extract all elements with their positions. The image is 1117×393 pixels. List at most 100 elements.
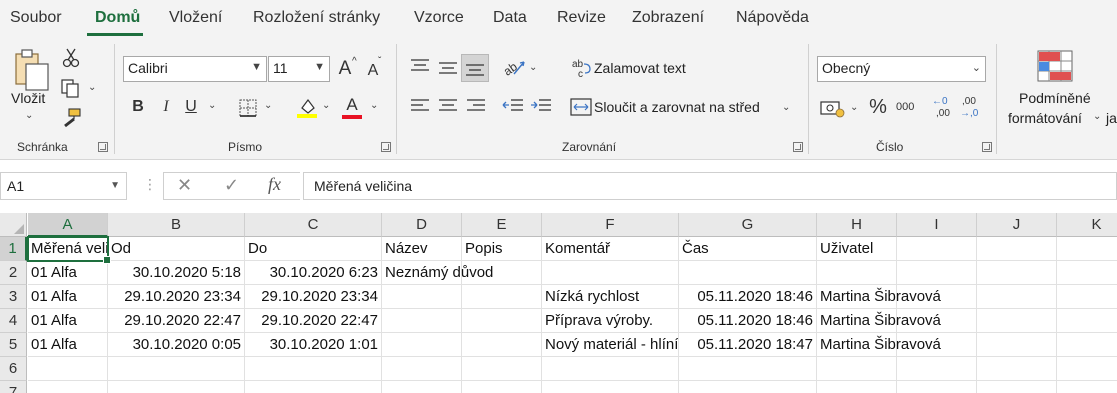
cell-a4[interactable]: 01 Alfa xyxy=(28,309,108,333)
cell-a2[interactable]: 01 Alfa xyxy=(28,261,108,285)
align-middle-icon[interactable] xyxy=(438,60,458,76)
cell-g1[interactable]: Čas xyxy=(679,237,817,261)
number-format-select[interactable]: Obecný ⌄ xyxy=(817,56,986,82)
italic-button[interactable]: I xyxy=(155,96,177,118)
orientation-icon[interactable]: ab xyxy=(502,56,526,78)
row-header-4[interactable]: 4 xyxy=(0,309,27,333)
font-color-button[interactable]: A xyxy=(341,94,363,116)
align-top-icon[interactable] xyxy=(410,58,430,74)
cut-icon[interactable] xyxy=(62,48,80,68)
cell-h3[interactable]: Martina Šibravová xyxy=(817,285,941,309)
cell-j1[interactable] xyxy=(977,237,1057,261)
tab-home[interactable]: Domů xyxy=(95,9,140,27)
align-right-icon[interactable] xyxy=(466,98,486,114)
tab-view[interactable]: Zobrazení xyxy=(632,9,704,27)
column-header-a[interactable]: A xyxy=(28,213,108,237)
cell-h2[interactable] xyxy=(817,261,897,285)
wrap-text-button[interactable]: Zalamovat text xyxy=(594,60,686,76)
cell-e7[interactable] xyxy=(462,381,542,393)
cell-i6[interactable] xyxy=(897,357,977,381)
cell-f3[interactable]: Nízká rychlost xyxy=(542,285,679,309)
cell-b3[interactable]: 29.10.2020 23:34 xyxy=(108,285,245,309)
underline-chevron-icon[interactable]: ⌄ xyxy=(208,100,216,111)
cell-k7[interactable] xyxy=(1057,381,1117,393)
cell-f5[interactable]: Nový materiál - hlíník xyxy=(542,333,679,357)
cell-b4[interactable]: 29.10.2020 22:47 xyxy=(108,309,245,333)
column-header-k[interactable]: K xyxy=(1057,213,1117,237)
cell-h6[interactable] xyxy=(817,357,897,381)
percent-button[interactable]: % xyxy=(867,96,889,118)
cell-g7[interactable] xyxy=(679,381,817,393)
cell-h5[interactable]: Martina Šibravová xyxy=(817,333,941,357)
tab-data[interactable]: Data xyxy=(493,9,527,27)
tab-insert[interactable]: Vložení xyxy=(169,9,222,27)
cell-c1[interactable]: Do xyxy=(245,237,382,261)
paste-chevron-icon[interactable]: ⌄ xyxy=(25,110,33,121)
paste-icon[interactable] xyxy=(12,48,52,92)
increase-indent-icon[interactable] xyxy=(530,98,552,114)
cell-j3[interactable] xyxy=(977,285,1057,309)
column-header-e[interactable]: E xyxy=(462,213,542,237)
font-name-select[interactable]: Calibri ▼ xyxy=(123,56,267,82)
cell-g6[interactable] xyxy=(679,357,817,381)
cell-g3[interactable]: 05.11.2020 18:46 xyxy=(679,285,817,309)
tab-formulas[interactable]: Vzorce xyxy=(414,9,464,27)
copy-chevron-icon[interactable]: ⌄ xyxy=(88,82,96,93)
cell-d6[interactable] xyxy=(382,357,462,381)
cell-d5[interactable] xyxy=(382,333,462,357)
cell-b5[interactable]: 30.10.2020 0:05 xyxy=(108,333,245,357)
column-header-f[interactable]: F xyxy=(542,213,679,237)
align-bottom-button[interactable] xyxy=(461,54,489,82)
underline-button[interactable]: U xyxy=(180,96,202,118)
tab-help[interactable]: Nápověda xyxy=(736,9,809,27)
tab-page-layout[interactable]: Rozložení stránky xyxy=(253,9,380,27)
select-all-button[interactable] xyxy=(0,213,27,237)
cell-h1[interactable]: Uživatel xyxy=(817,237,897,261)
merge-center-button[interactable]: Sloučit a zarovnat na střed xyxy=(594,99,760,115)
cell-g5[interactable]: 05.11.2020 18:47 xyxy=(679,333,817,357)
cell-a3[interactable]: 01 Alfa xyxy=(28,285,108,309)
cell-c4[interactable]: 29.10.2020 22:47 xyxy=(245,309,382,333)
cell-f6[interactable] xyxy=(542,357,679,381)
cell-e6[interactable] xyxy=(462,357,542,381)
cell-c3[interactable]: 29.10.2020 23:34 xyxy=(245,285,382,309)
cell-j6[interactable] xyxy=(977,357,1057,381)
column-header-j[interactable]: J xyxy=(977,213,1057,237)
cell-d7[interactable] xyxy=(382,381,462,393)
font-dialog-launcher-icon[interactable] xyxy=(381,142,391,152)
bold-button[interactable]: B xyxy=(127,96,149,118)
conditional-formatting-chevron-icon[interactable]: ⌄ xyxy=(1093,111,1101,122)
cell-f1[interactable]: Komentář xyxy=(542,237,679,261)
column-header-i[interactable]: I xyxy=(897,213,977,237)
conditional-formatting-icon[interactable] xyxy=(1037,50,1073,82)
cell-k3[interactable] xyxy=(1057,285,1117,309)
enter-icon[interactable]: ✓ xyxy=(224,175,239,196)
cell-i7[interactable] xyxy=(897,381,977,393)
cell-j7[interactable] xyxy=(977,381,1057,393)
cell-j5[interactable] xyxy=(977,333,1057,357)
conditional-formatting-label-1[interactable]: Podmíněné xyxy=(1019,90,1091,106)
fill-color-chevron-icon[interactable]: ⌄ xyxy=(322,100,330,111)
cell-i1[interactable] xyxy=(897,237,977,261)
paste-label[interactable]: Vložit xyxy=(11,90,45,106)
formula-bar-grip-icon[interactable]: ⋮ xyxy=(143,176,157,193)
font-color-chevron-icon[interactable]: ⌄ xyxy=(370,100,378,111)
wrap-text-icon[interactable]: ab c xyxy=(572,58,592,78)
merge-chevron-icon[interactable]: ⌄ xyxy=(782,102,790,113)
cell-a7[interactable] xyxy=(28,381,108,393)
borders-chevron-icon[interactable]: ⌄ xyxy=(264,100,272,111)
borders-icon[interactable] xyxy=(238,98,258,118)
thousands-separator-button[interactable]: 000 xyxy=(896,101,914,113)
name-box[interactable]: A1 ▼ xyxy=(0,172,127,200)
accounting-format-icon[interactable] xyxy=(820,98,846,118)
cell-k6[interactable] xyxy=(1057,357,1117,381)
cell-d3[interactable] xyxy=(382,285,462,309)
row-header-2[interactable]: 2 xyxy=(0,261,27,285)
cell-c7[interactable] xyxy=(245,381,382,393)
cell-i2[interactable] xyxy=(897,261,977,285)
column-header-c[interactable]: C xyxy=(245,213,382,237)
font-size-select[interactable]: 11 ▼ xyxy=(268,56,330,82)
align-left-icon[interactable] xyxy=(410,98,430,114)
column-header-b[interactable]: B xyxy=(108,213,245,237)
column-header-g[interactable]: G xyxy=(679,213,817,237)
